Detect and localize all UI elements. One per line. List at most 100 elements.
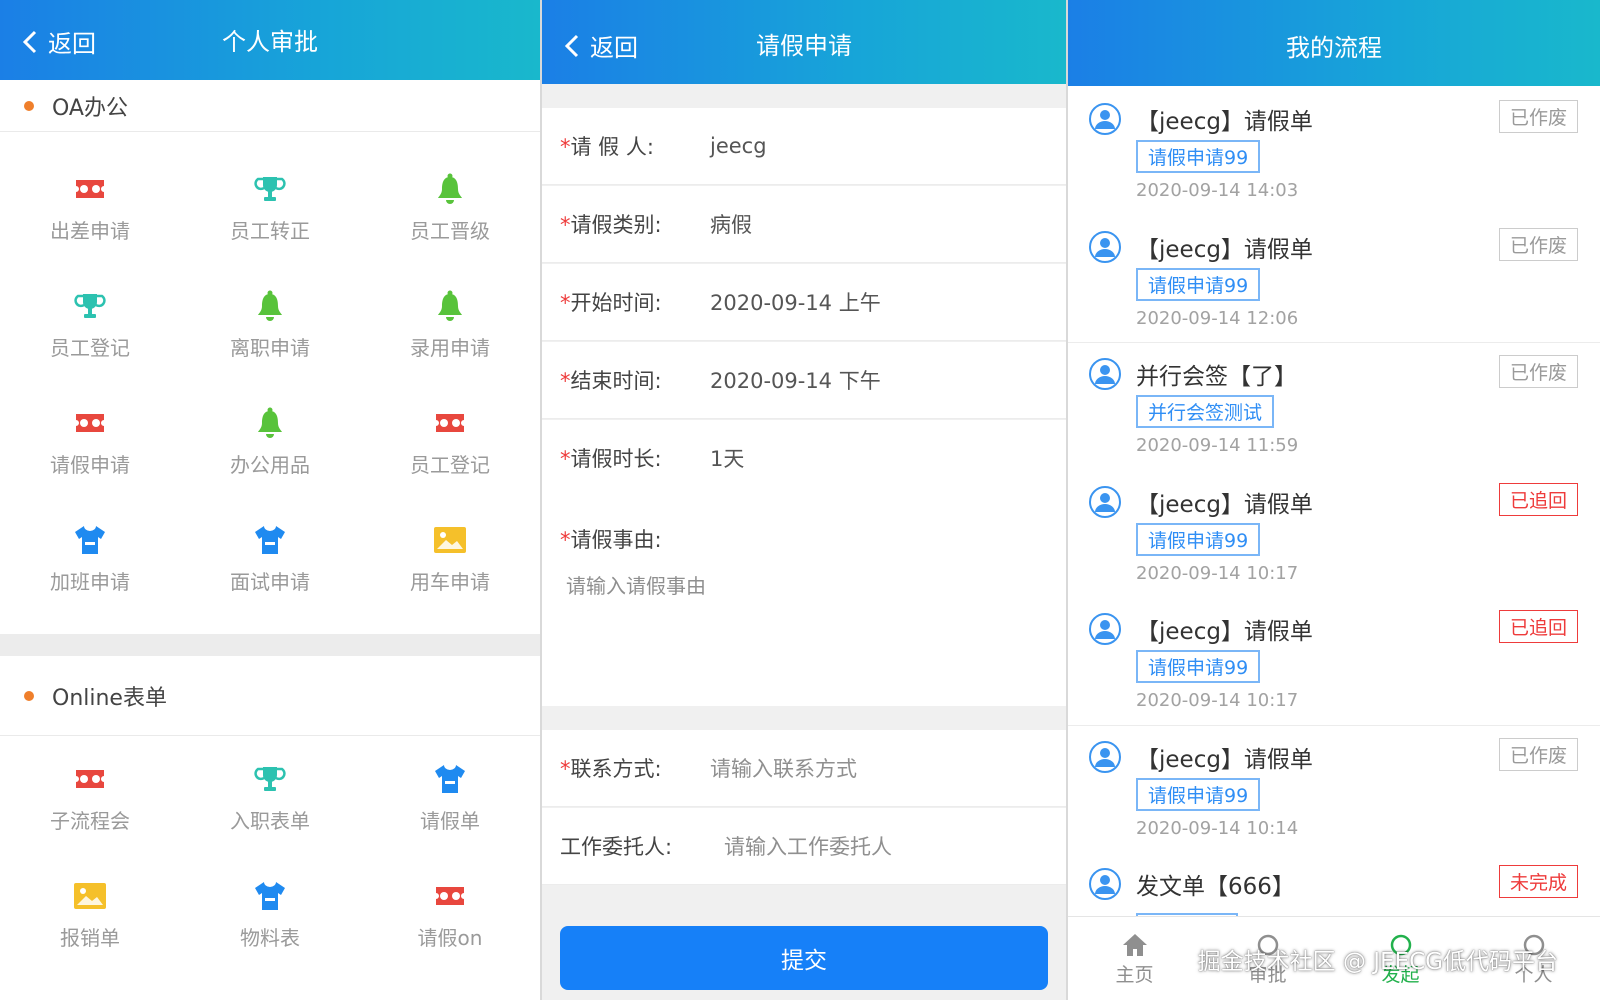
app-item[interactable]: 员工登记 — [0, 265, 180, 382]
ticket-icon — [430, 876, 470, 916]
app-item[interactable]: 报销单 — [0, 855, 180, 972]
leave-type-select[interactable]: 病假 — [710, 209, 752, 239]
contact-row[interactable]: *联系方式: 请输入联系方式 — [542, 730, 1066, 807]
leave-type-row[interactable]: *请假类别: 病假 — [542, 186, 1066, 263]
trophy-icon — [250, 759, 290, 799]
app-item[interactable]: 加班申请 — [0, 499, 180, 616]
leave-type-label: 请假类别: — [570, 213, 662, 237]
app-item[interactable]: 物料表 — [180, 855, 360, 972]
status-badge: 已作废 — [1498, 227, 1578, 261]
process-item[interactable]: 【jeecg】请假单 请假申请99 2020-09-14 10:17 已追回 — [1068, 471, 1600, 599]
process-item[interactable]: 【jeecg】请假单 请假申请99 2020-09-14 14:03 已作废 — [1068, 88, 1600, 216]
applicant-row[interactable]: *请 假 人: jeecg — [542, 108, 1066, 185]
app-item[interactable]: 面试申请 — [180, 499, 360, 616]
app-item[interactable]: 入职表单 — [180, 738, 360, 855]
section-title: Online表单 — [52, 685, 167, 711]
section-header-oa: OA办公 — [0, 80, 540, 132]
process-item[interactable]: 【jeecg】请假单 请假申请99 2020-09-14 10:14 已作废 — [1068, 726, 1600, 854]
end-time-picker[interactable]: 2020-09-14 下午 — [710, 365, 881, 395]
app-item[interactable]: 出差申请 — [0, 148, 180, 265]
bell-icon — [430, 286, 470, 326]
tab-home[interactable]: 主页 — [1068, 917, 1201, 1000]
app-label: 请假申请 — [50, 453, 130, 477]
trophy-icon — [70, 286, 110, 326]
status-badge: 未完成 — [1498, 865, 1578, 898]
applicant-field[interactable]: jeecg — [710, 134, 767, 158]
app-label: 出差申请 — [50, 219, 130, 243]
required-mark: * — [560, 291, 571, 315]
delegate-row[interactable]: 工作委托人: 请输入工作委托人 — [542, 808, 1066, 885]
reason-block: *请假事由: 请输入请假事由 — [542, 496, 1066, 706]
process-time: 2020-09-14 10:17 — [1136, 562, 1299, 584]
process-title: 发文单【666】 — [1136, 874, 1295, 900]
bell-icon — [250, 403, 290, 443]
duration-row[interactable]: *请假时长: 1天 — [542, 420, 1066, 497]
app-item[interactable]: 请假单 — [360, 738, 540, 855]
process-item[interactable]: 【jeecg】请假单 请假申请99 2020-09-14 12:06 已作废 — [1068, 216, 1600, 343]
field-label: *请假事由: — [560, 524, 662, 554]
app-label: 报销单 — [60, 926, 120, 950]
status-badge: 已作废 — [1498, 737, 1578, 771]
process-title: 并行会签【了】 — [1136, 364, 1297, 390]
field-label: *联系方式: — [560, 753, 710, 783]
section-divider — [0, 634, 540, 656]
app-item[interactable]: 员工转正 — [180, 148, 360, 265]
app-item[interactable]: 员工登记 — [360, 382, 540, 499]
field-label: *开始时间: — [560, 287, 710, 317]
app-item[interactable]: 办公用品 — [180, 382, 360, 499]
trophy-icon — [250, 169, 290, 209]
required-mark: * — [560, 135, 571, 159]
duration-field[interactable]: 1天 — [710, 443, 744, 473]
app-item[interactable]: 员工晋级 — [360, 148, 540, 265]
delegate-input[interactable]: 请输入工作委托人 — [724, 831, 892, 861]
oa-app-grid: 出差申请 员工转正 员工晋级 员工登记 离职申请 录用申请 请假申请 办公用品 … — [0, 148, 540, 616]
app-item[interactable]: 子流程会 — [0, 738, 180, 855]
app-label: 录用申请 — [410, 336, 490, 360]
process-title: 【jeecg】请假单 — [1136, 746, 1313, 773]
process-item[interactable]: 并行会签【了】 并行会签测试 2020-09-14 11:59 已作废 — [1068, 343, 1600, 471]
applicant-label: 请 假 人: — [570, 135, 654, 159]
online-app-grid: 子流程会 入职表单 请假单 报销单 物料表 请假on — [0, 738, 540, 972]
app-label: 员工登记 — [410, 453, 490, 477]
process-list: 【jeecg】请假单 请假申请99 2020-09-14 14:03 已作废 【… — [1068, 88, 1600, 916]
bullet-dot-icon — [24, 100, 34, 111]
app-label: 面试申请 — [230, 570, 310, 594]
shirt-icon — [250, 520, 290, 560]
contact-input[interactable]: 请输入联系方式 — [710, 753, 857, 783]
end-time-row[interactable]: *结束时间: 2020-09-14 下午 — [542, 342, 1066, 419]
image-icon — [70, 876, 110, 916]
section-title: OA办公 — [52, 95, 128, 121]
app-item[interactable]: 请假申请 — [0, 382, 180, 499]
app-item[interactable]: 录用申请 — [360, 265, 540, 382]
app-item[interactable]: 请假on — [360, 855, 540, 972]
shirt-icon — [430, 759, 470, 799]
app-label: 办公用品 — [230, 453, 310, 477]
start-time-row[interactable]: *开始时间: 2020-09-14 上午 — [542, 264, 1066, 341]
user-avatar-icon — [1088, 485, 1122, 519]
required-mark: * — [560, 447, 571, 471]
start-time-label: 开始时间: — [570, 291, 662, 315]
approval-header: 返回 个人审批 — [0, 0, 540, 80]
app-item[interactable]: 用车申请 — [360, 499, 540, 616]
process-tag: 请假申请99 — [1136, 267, 1261, 301]
status-badge: 已作废 — [1498, 100, 1578, 133]
section-header-online: Online表单 — [0, 656, 540, 736]
app-label: 子流程会 — [50, 809, 130, 833]
process-item[interactable]: 【jeecg】请假单 请假申请99 2020-09-14 10:17 已追回 — [1068, 598, 1600, 726]
ticket-icon — [70, 759, 110, 799]
status-badge: 已追回 — [1498, 610, 1578, 643]
ticket-icon — [430, 403, 470, 443]
app-label: 员工转正 — [230, 219, 310, 243]
start-time-picker[interactable]: 2020-09-14 上午 — [710, 287, 881, 317]
my-process-header: 我的流程 — [1068, 0, 1600, 86]
app-item[interactable]: 离职申请 — [180, 265, 360, 382]
submit-button[interactable]: 提交 — [560, 926, 1048, 990]
field-label: *请 假 人: — [560, 131, 710, 161]
reason-textarea[interactable]: 请输入请假事由 — [566, 570, 706, 599]
delegate-label: 工作委托人: — [560, 835, 673, 859]
required-mark: * — [560, 528, 571, 552]
page-title: 请假申请 — [756, 32, 852, 60]
home-icon — [1120, 930, 1150, 960]
status-badge: 已作废 — [1498, 355, 1578, 388]
process-item[interactable]: 发文单【666】 未完成 — [1068, 853, 1600, 916]
